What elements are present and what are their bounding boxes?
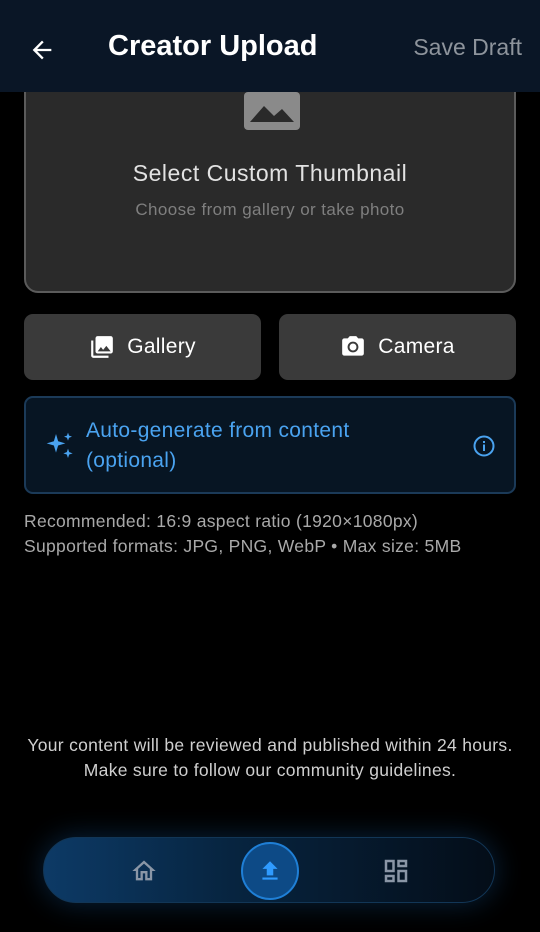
nav-home-button[interactable] <box>115 842 173 900</box>
auto-generate-label: Auto-generate from content (optional) <box>86 419 350 472</box>
photo-library-icon <box>89 334 115 360</box>
gallery-label: Gallery <box>127 335 196 358</box>
recommended-hint: Recommended: 16:9 aspect ratio (1920×108… <box>24 511 419 531</box>
nav-dashboard-button[interactable] <box>367 842 425 900</box>
bottom-navigation <box>43 837 495 903</box>
sparkle-icon <box>46 432 73 458</box>
custom-thumbnail-picker[interactable]: Select Custom Thumbnail Choose from gall… <box>24 60 516 293</box>
back-button[interactable] <box>24 30 60 70</box>
home-icon <box>132 860 156 881</box>
save-draft-button[interactable]: Save Draft <box>413 34 522 61</box>
dashboard-icon <box>384 859 408 883</box>
info-icon[interactable] <box>472 434 496 458</box>
camera-label: Camera <box>378 335 455 358</box>
image-icon <box>244 92 300 130</box>
formats-hint: Supported formats: JPG, PNG, WebP • Max … <box>24 536 462 556</box>
thumbnail-subtitle: Choose from gallery or take photo <box>135 200 405 219</box>
nav-upload-button[interactable] <box>241 842 299 900</box>
review-note: Your content will be reviewed and publis… <box>27 735 513 780</box>
camera-button[interactable]: Camera <box>279 314 516 380</box>
upload-icon <box>262 861 278 880</box>
gallery-button[interactable]: Gallery <box>24 314 261 380</box>
auto-generate-option[interactable]: Auto-generate from content (optional) <box>24 396 516 494</box>
upload-hints: Recommended: 16:9 aspect ratio (1920×108… <box>24 509 524 559</box>
arrow-left-icon <box>32 40 52 60</box>
camera-icon <box>340 334 366 360</box>
page-title: Creator Upload <box>108 30 318 62</box>
thumbnail-title: Select Custom Thumbnail <box>132 160 408 186</box>
top-app-bar: Creator Upload Save Draft <box>0 0 540 92</box>
